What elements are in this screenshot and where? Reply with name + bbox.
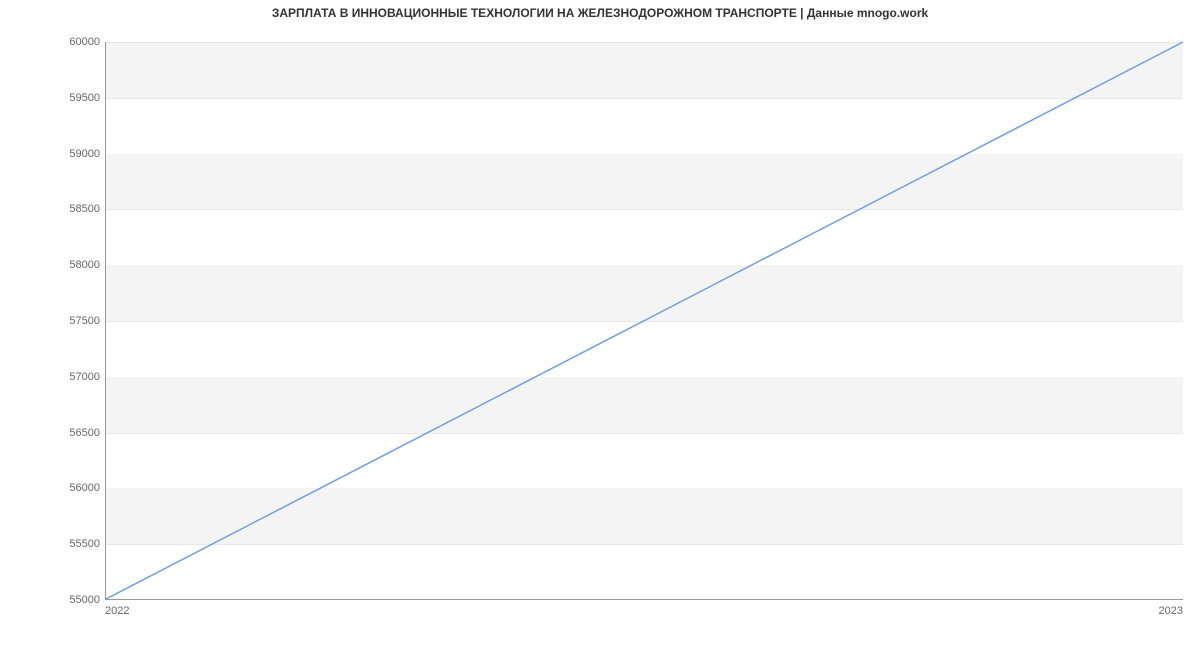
y-tick-label: 56000 (40, 482, 100, 494)
chart-title: ЗАРПЛАТА В ИННОВАЦИОННЫЕ ТЕХНОЛОГИИ НА Ж… (0, 6, 1200, 20)
y-tick-label: 57500 (40, 315, 100, 327)
chart-container: ЗАРПЛАТА В ИННОВАЦИОННЫЕ ТЕХНОЛОГИИ НА Ж… (0, 0, 1200, 650)
y-tick-label: 58500 (40, 203, 100, 215)
y-tick-label: 55000 (40, 594, 100, 606)
x-tick-label: 2023 (1159, 605, 1183, 617)
data-line (106, 42, 1183, 599)
y-tick-label: 55500 (40, 538, 100, 550)
x-tick-label: 2022 (105, 605, 129, 617)
plot-area (105, 42, 1183, 600)
series-line (106, 42, 1183, 599)
y-tick-label: 59000 (40, 148, 100, 160)
y-tick-label: 56500 (40, 427, 100, 439)
y-tick-label: 59500 (40, 92, 100, 104)
y-tick-label: 57000 (40, 371, 100, 383)
y-tick-label: 58000 (40, 259, 100, 271)
y-tick-label: 60000 (40, 36, 100, 48)
